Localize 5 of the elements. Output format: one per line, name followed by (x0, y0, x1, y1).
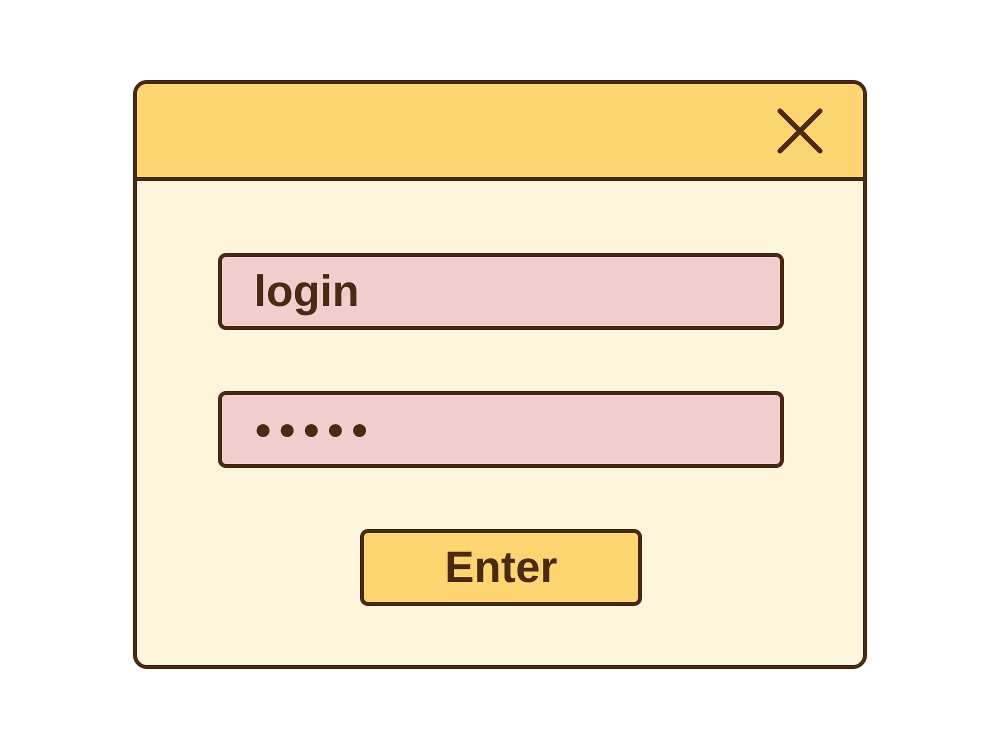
close-icon (777, 108, 823, 154)
enter-button[interactable]: Enter (360, 529, 642, 606)
login-field[interactable]: login (218, 253, 784, 330)
close-button[interactable] (777, 108, 823, 154)
password-field[interactable]: ●●●●● (218, 391, 784, 468)
